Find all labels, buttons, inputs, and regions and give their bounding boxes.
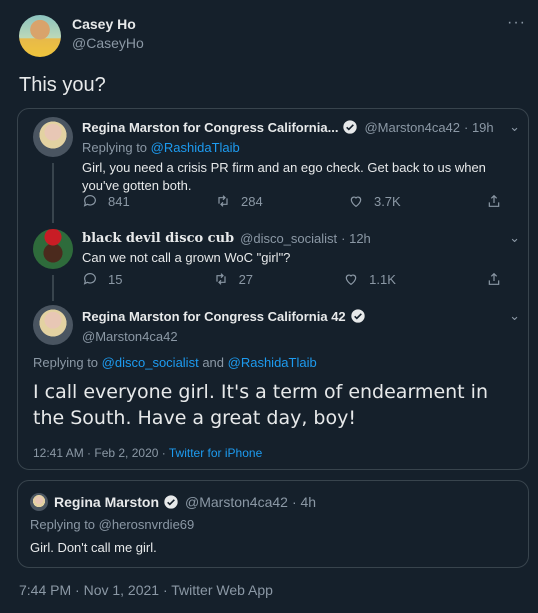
share-button[interactable]	[486, 193, 502, 209]
main-text: I call everyone girl. It's a term of end…	[33, 381, 488, 429]
reply2-handle[interactable]: @disco_socialist	[240, 231, 337, 246]
reply1-time[interactable]: · 19h	[464, 120, 494, 135]
quote-text: Girl. Don't call me girl.	[30, 540, 157, 555]
author-name[interactable]: Casey Ho	[72, 16, 144, 32]
quote-tweet-card[interactable]: Regina Marston @Marston4ca42 · 4h Replyi…	[17, 480, 529, 568]
regina-avatar[interactable]	[30, 493, 48, 511]
reply1-handle[interactable]: @Marston4ca42	[364, 120, 460, 135]
main-handle[interactable]: @Marston4ca42	[82, 329, 520, 344]
reply-button[interactable]: 841	[82, 193, 130, 209]
reply2-text: Can we not call a grown WoC "girl"?	[82, 250, 291, 265]
replying-label: Replying to	[30, 517, 96, 532]
replying-label: Replying to	[33, 355, 99, 370]
replying-to-link[interactable]: @RashidaTlaib	[151, 140, 240, 155]
source-link[interactable]: Twitter for iPhone	[169, 446, 262, 460]
quote-handle[interactable]: @Marston4ca42	[185, 494, 288, 510]
retweet-button[interactable]: 27	[213, 271, 253, 287]
share-icon	[488, 194, 500, 207]
retweet-icon	[218, 195, 228, 207]
quoted-thread-card[interactable]: Regina Marston for Congress California..…	[17, 108, 529, 470]
more-icon[interactable]: ···	[507, 14, 526, 32]
quote-time[interactable]: · 4h	[292, 494, 316, 510]
main-name[interactable]: Regina Marston for Congress California 4…	[82, 309, 346, 324]
retweet-button[interactable]: 284	[215, 193, 263, 209]
reply-button[interactable]: 15	[82, 271, 122, 287]
retweet-icon	[215, 273, 226, 285]
chevron-down-icon[interactable]: ⌄	[509, 230, 520, 246]
like-icon	[345, 274, 357, 286]
disco-avatar[interactable]	[33, 229, 73, 269]
main-timestamp[interactable]: 12:41 AM · Feb 2, 2020 ·	[33, 446, 166, 460]
author-handle[interactable]: @CaseyHo	[72, 35, 144, 51]
reply-icon	[83, 195, 96, 207]
tweet-text: This you?	[19, 74, 106, 96]
verified-icon	[164, 495, 178, 509]
replying-to-link[interactable]: @herosnvrdie69	[99, 517, 195, 532]
replying-to-link[interactable]: @RashidaTlaib	[228, 355, 317, 370]
like-icon	[350, 196, 362, 208]
verified-icon	[343, 120, 358, 134]
author-avatar[interactable]	[19, 15, 61, 57]
quote-name[interactable]: Regina Marston	[54, 494, 159, 510]
reply2-time[interactable]: · 12h	[341, 231, 371, 246]
tweet-timestamp[interactable]: 7:44 PM · Nov 1, 2021 · Twitter Web App	[19, 582, 273, 598]
replying-label: Replying to	[82, 140, 148, 155]
regina-avatar[interactable]	[33, 305, 73, 345]
share-button[interactable]	[486, 271, 502, 287]
reply1-name[interactable]: Regina Marston for Congress California..…	[82, 120, 338, 135]
verified-icon	[351, 309, 365, 323]
chevron-down-icon[interactable]: ⌄	[509, 119, 520, 135]
like-button[interactable]: 1.1K	[343, 271, 396, 287]
reply1-text: Girl, you need a crisis PR firm and an e…	[82, 160, 486, 193]
chevron-down-icon[interactable]: ⌄	[509, 308, 520, 324]
share-icon	[488, 272, 500, 285]
regina-avatar[interactable]	[33, 117, 73, 157]
replying-to-link[interactable]: @disco_socialist	[102, 355, 199, 370]
reply2-name[interactable]: black devil disco cub	[82, 231, 234, 246]
like-button[interactable]: 3.7K	[348, 193, 401, 209]
reply-icon	[83, 273, 96, 285]
